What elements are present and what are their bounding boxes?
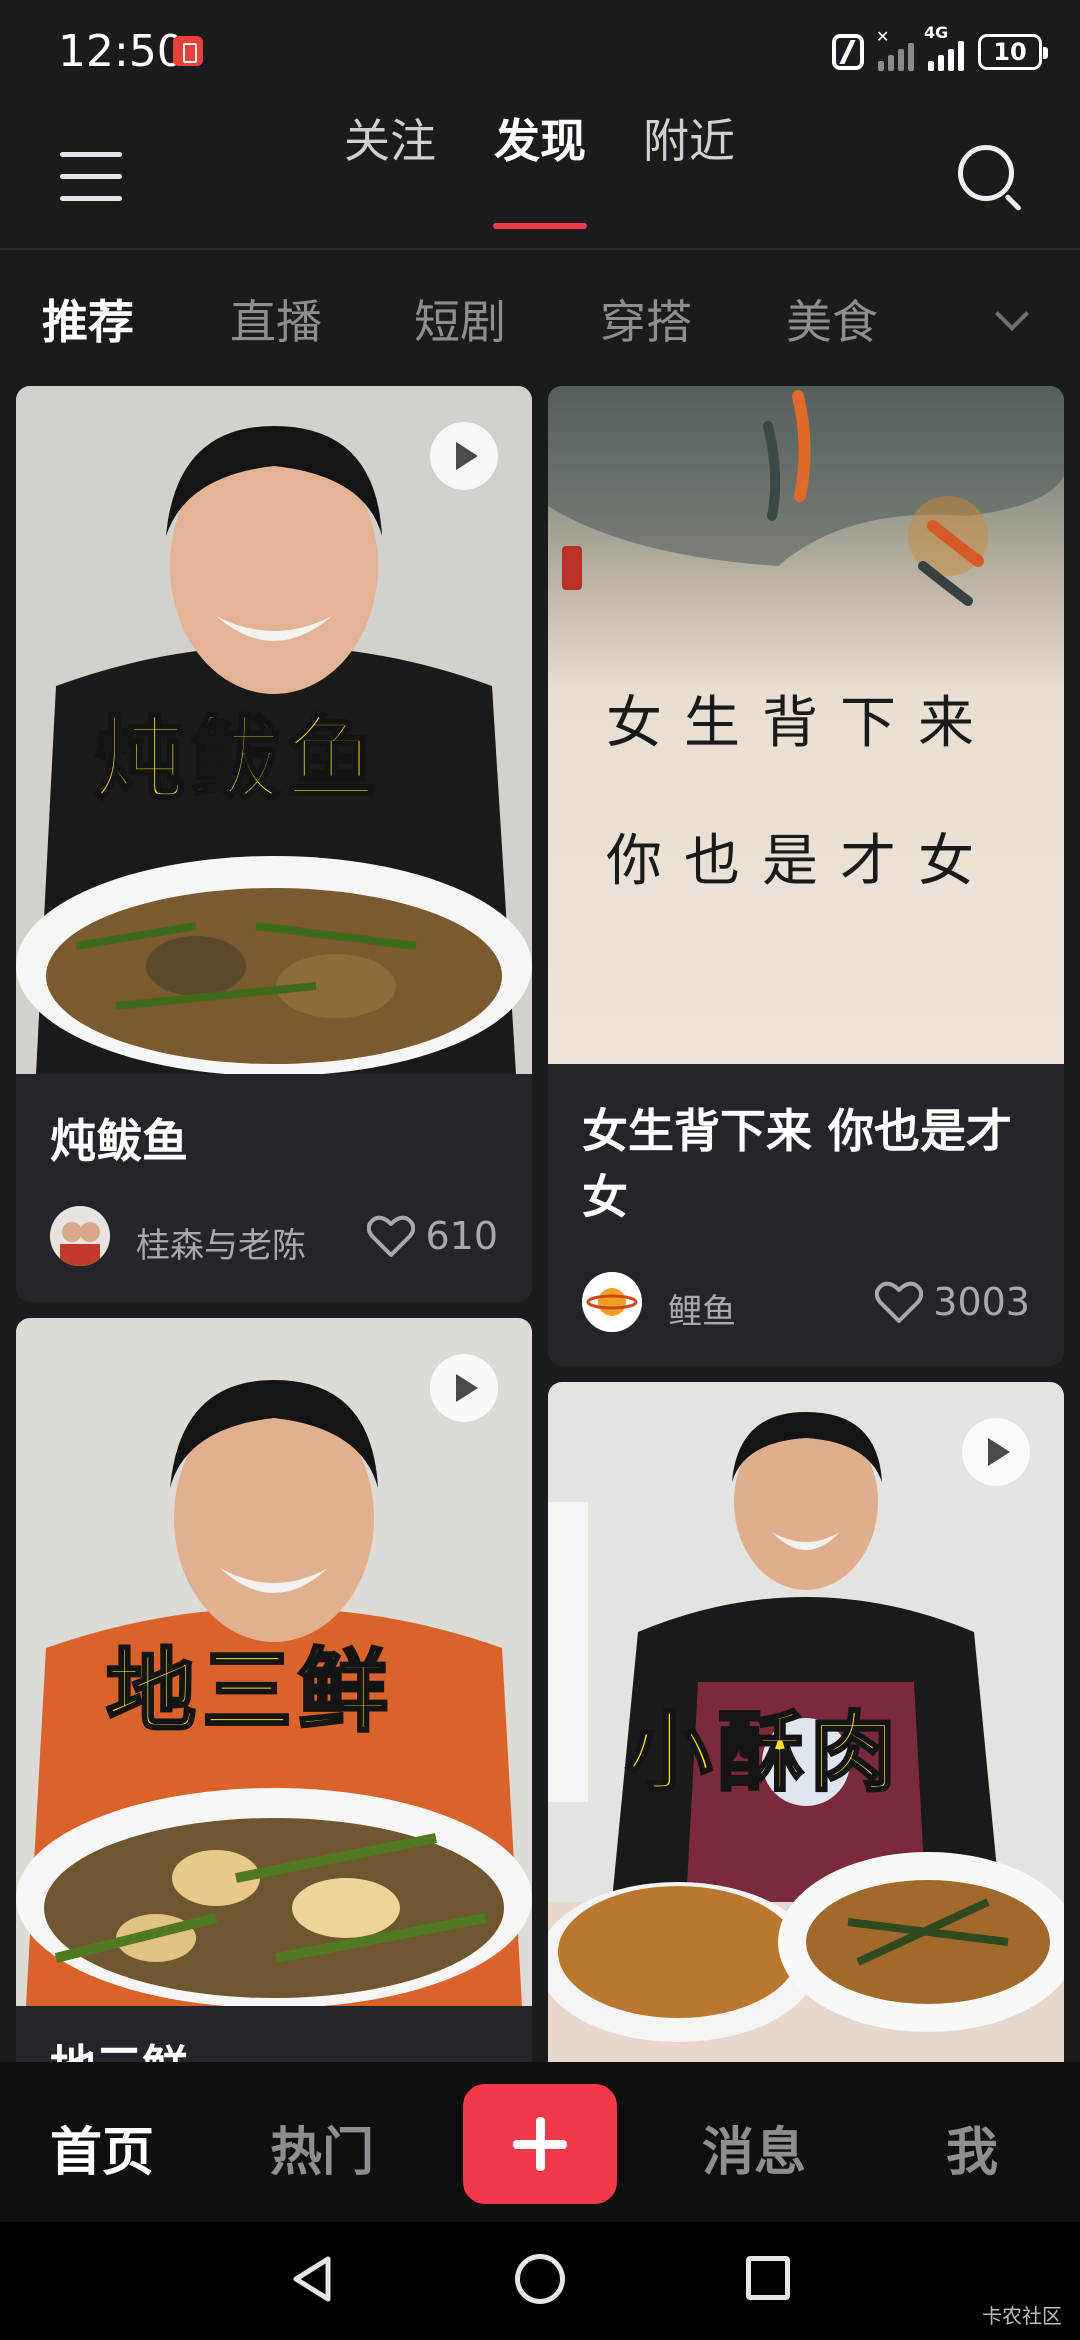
nav-home[interactable]: 首页 [50,2110,154,2185]
card-title: 女生背下来 你也是才女 [582,1104,1013,1224]
status-icons: ✕ 4G 10 [832,25,1048,74]
card-thumbnail: 炖鲅鱼 [16,386,532,1074]
card-thumbnail: 小酥肉 [548,1382,1064,2062]
play-icon [962,1418,1030,1486]
feed-card[interactable]: 小酥肉 [548,1382,1064,2062]
category-bar: 推荐 直播 短剧 穿搭 美食 [0,252,1080,382]
category-recommend[interactable]: 推荐 [42,286,134,352]
card-footer: 桂森与老陈 610 [50,1206,498,1270]
tab-nearby[interactable]: 附近 [643,105,735,171]
thumbnail-text-line1: 女生背下来 [606,691,996,756]
heart-icon [875,1281,924,1323]
status-bar: 12:50 ✕ 4G 10 [0,0,1080,105]
card-thumbnail: 女生背下来 你也是才女 [548,386,1064,1064]
feed-card[interactable]: 地三鲜 地三鲜 [16,1318,532,2062]
app-root: 12:50 ✕ 4G 10 关注 发现 附近 推荐 直播 短剧 穿搭 美食 炖鲅… [0,0,1080,2340]
nfc-icon [832,34,864,70]
watermark: 卡农社区 [982,2304,1062,2328]
author-name[interactable]: 桂森与老陈 [136,1218,306,1267]
author-name[interactable]: 鲤鱼 [668,1284,736,1333]
tab-discover[interactable]: 发现 [494,105,586,171]
battery-level: 10 [993,38,1027,66]
active-tab-indicator [493,223,587,229]
card-title: 炖鲅鱼 [50,1114,188,1168]
like-button[interactable]: 3003 [875,1280,1030,1324]
search-icon[interactable] [958,145,1024,212]
nav-messages[interactable]: 消息 [702,2110,806,2185]
add-button[interactable] [463,2084,617,2204]
thumbnail-overlay-text: 地三鲜 [105,1637,394,1746]
signal-icon: ✕ [876,27,914,71]
heart-icon [367,1215,416,1257]
like-count: 610 [425,1214,498,1258]
thumbnail-overlay-text: 炖鲅鱼 [93,705,382,814]
avatar[interactable] [582,1272,642,1332]
category-food[interactable]: 美食 [786,286,878,352]
chevron-down-icon[interactable] [992,300,1032,340]
screen-record-icon [173,36,203,66]
nav-me[interactable]: 我 [946,2110,998,2185]
signal-4g-icon: 4G [924,25,964,71]
home-icon[interactable] [515,2254,565,2304]
avatar[interactable] [50,1206,110,1266]
play-icon [430,422,498,490]
menu-icon[interactable] [60,152,122,202]
card-title: 地三鲜 [50,2034,510,2062]
recent-apps-icon[interactable] [746,2256,790,2300]
system-nav-bar: 卡农社区 [0,2222,1080,2340]
feed-card[interactable]: 女生背下来 你也是才女 女生背下来 你也是才女 鲤鱼 3003 [548,386,1064,1366]
like-button[interactable]: 610 [367,1214,498,1258]
top-nav: 关注 发现 附近 [0,105,1080,250]
battery-icon: 10 [978,34,1048,70]
play-icon [430,1354,498,1422]
category-live[interactable]: 直播 [230,286,322,352]
thumbnail-overlay-text: 小酥肉 [625,1701,902,1805]
network-type: 4G [924,23,949,42]
feed-card[interactable]: 炖鲅鱼 炖鲅鱼 桂森与老陈 610 [16,386,532,1302]
like-count: 3003 [933,1280,1030,1324]
status-time: 12:50 [58,26,185,77]
card-footer: 鲤鱼 3003 [582,1272,1030,1336]
back-icon[interactable] [288,2254,338,2304]
category-short-drama[interactable]: 短剧 [414,286,506,352]
bottom-nav: 首页 热门 消息 我 [0,2062,1080,2222]
card-thumbnail: 地三鲜 [16,1318,532,2006]
category-outfit[interactable]: 穿搭 [600,286,692,352]
thumbnail-text-line2: 你也是才女 [606,829,996,894]
nav-trending[interactable]: 热门 [270,2110,374,2185]
tab-follow[interactable]: 关注 [344,105,436,171]
feed-grid: 炖鲅鱼 炖鲅鱼 桂森与老陈 610 女生背下来 你也是才女 女生背下来 你也是才… [0,382,1080,2062]
